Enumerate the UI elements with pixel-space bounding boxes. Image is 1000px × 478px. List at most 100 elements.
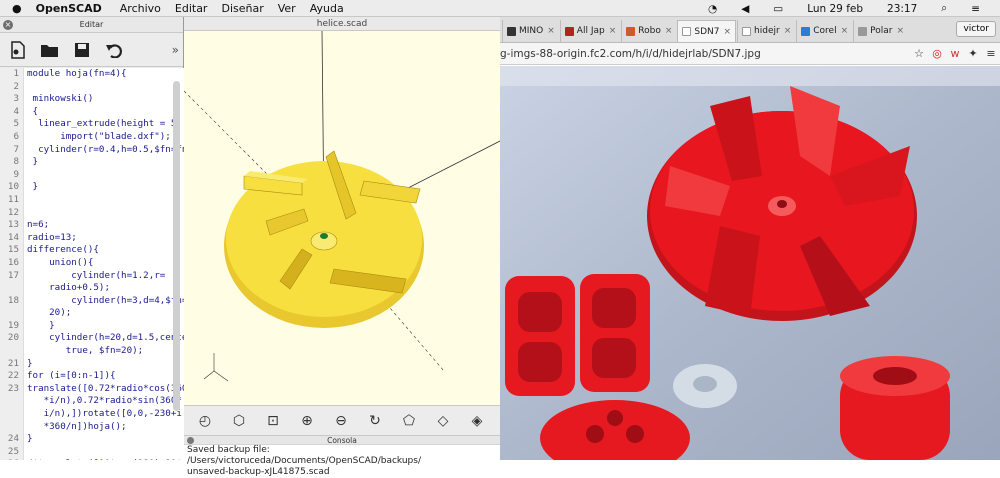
code-text[interactable]: radio+0.5); [24, 282, 110, 295]
zoom-out-icon[interactable]: ⊖ [324, 413, 358, 429]
code-text[interactable]: } [24, 358, 33, 371]
tab-all-japan[interactable]: All Jap × [559, 20, 620, 42]
code-text[interactable]: minkowski() [24, 93, 94, 106]
tab-robo[interactable]: Robo × [621, 20, 676, 42]
open-file-icon[interactable] [38, 38, 62, 62]
close-console-icon[interactable] [187, 437, 194, 444]
code-line[interactable]: 14 radio=13; [0, 231, 184, 245]
code-line[interactable]: 16 union(){ [0, 256, 184, 270]
code-text[interactable]: cylinder(r=0.4,h=0.5,$fn=fn); [24, 144, 184, 157]
code-line[interactable]: 15 difference(){ [0, 244, 184, 257]
code-text[interactable]: for (i=[0:n-1]){ [24, 370, 116, 383]
code-line[interactable]: 2 [0, 80, 184, 94]
menu-ayuda[interactable]: Ayuda [310, 2, 344, 15]
view-all-icon[interactable]: ⊡ [256, 413, 290, 429]
code-text[interactable]: cylinder(h=20,d=1.5,center= [24, 332, 184, 345]
battery-icon[interactable]: ▭ [773, 3, 783, 15]
reset-view-icon[interactable]: ↻ [358, 413, 392, 429]
code-line[interactable]: 6 import("blade.dxf"); [0, 130, 184, 144]
profile-button[interactable]: victor [956, 21, 996, 37]
code-text[interactable]: } [24, 320, 55, 333]
code-text[interactable] [24, 81, 27, 94]
code-line[interactable]: 7 cylinder(r=0.4,h=0.5,$fn=fn); [0, 143, 184, 157]
code-text[interactable]: n=6; [24, 219, 49, 232]
code-line[interactable]: 1 module hoja(fn=4){ [0, 68, 184, 81]
code-line[interactable]: 22 for (i=[0:n-1]){ [0, 370, 184, 383]
code-text[interactable]: i/n),])rotate([0,0,-230+i [24, 408, 182, 421]
code-text[interactable]: true, $fn=20); [24, 345, 143, 358]
list-icon[interactable]: ≡ [971, 3, 980, 15]
code-text[interactable] [24, 169, 27, 182]
view-top-icon[interactable]: ◈ [460, 413, 494, 429]
code-text[interactable]: linear_extrude(height = 5) [24, 118, 182, 131]
more-tools-icon[interactable]: » [172, 43, 179, 57]
code-line[interactable]: 8 } [0, 156, 184, 169]
close-tab-icon[interactable]: × [723, 27, 731, 37]
code-line[interactable]: 10 } [0, 181, 184, 194]
extension-icon[interactable]: ✦ [964, 47, 982, 60]
date-label[interactable]: Lun 29 feb [807, 3, 863, 15]
code-text[interactable] [24, 446, 27, 459]
3d-canvas[interactable] [183, 30, 501, 405]
apple-menu-icon[interactable]: ● [12, 2, 22, 15]
code-text[interactable]: } [24, 156, 39, 169]
code-line[interactable]: 18 cylinder(h=3,d=4,$fn= [0, 294, 184, 308]
code-text[interactable]: import("blade.dxf"); [24, 131, 171, 144]
code-text[interactable]: 20); [24, 307, 71, 320]
close-tab-icon[interactable]: × [665, 26, 673, 36]
volume-icon[interactable]: ◀ [741, 3, 749, 15]
code-text[interactable]: } [24, 181, 39, 194]
code-line[interactable]: 9 [0, 168, 184, 182]
code-text[interactable]: union(){ [24, 257, 93, 270]
code-line[interactable]: 11 [0, 193, 184, 207]
code-line[interactable]: *360/n])hoja(); [0, 420, 184, 434]
code-line[interactable]: 17 cylinder(h=1.2,r= [0, 269, 184, 283]
code-line[interactable]: 25 [0, 445, 184, 459]
bookmark-star-icon[interactable]: ☆ [910, 47, 928, 60]
code-text[interactable]: *i/n),0.72*radio*sin(360* [24, 395, 182, 408]
code-text[interactable] [24, 194, 27, 207]
close-tab-icon[interactable]: × [609, 26, 617, 36]
code-text[interactable]: } [24, 433, 33, 446]
close-tab-icon[interactable]: × [841, 26, 849, 36]
code-text[interactable]: translate([0.72*radio*cos(360 [24, 383, 184, 396]
close-editor-icon[interactable]: × [3, 20, 13, 30]
code-text[interactable]: cylinder(h=3,d=4,$fn= [24, 295, 184, 308]
tab-mino[interactable]: MINO × [502, 20, 559, 42]
code-line[interactable]: radio+0.5); [0, 282, 184, 295]
orthogonal-icon[interactable]: ◇ [426, 413, 460, 429]
code-text[interactable]: { [24, 106, 39, 119]
app-name-menu[interactable]: OpenSCAD [36, 2, 102, 15]
menu-icon[interactable]: ≡ [982, 47, 1000, 60]
menu-ver[interactable]: Ver [278, 2, 296, 15]
code-text[interactable]: radio=13; [24, 232, 77, 245]
code-line[interactable]: 24} [0, 433, 184, 446]
code-line[interactable]: 21} [0, 357, 184, 371]
code-line[interactable]: 23 translate([0.72*radio*cos(360 [0, 382, 184, 396]
tab-polar[interactable]: Polar × [853, 20, 908, 42]
editor-scrollbar[interactable] [173, 81, 180, 411]
search-icon[interactable]: ⌕ [941, 2, 947, 15]
close-tab-icon[interactable]: × [547, 26, 555, 36]
extension-w-icon[interactable]: w [946, 47, 964, 60]
code-line[interactable]: 5 linear_extrude(height = 5) [0, 118, 184, 131]
code-text[interactable]: *360/n])hoja(); [24, 421, 127, 434]
extension-opera-icon[interactable]: ◎ [928, 47, 946, 60]
preview-icon[interactable]: ◴ [188, 413, 222, 429]
close-tab-icon[interactable]: × [784, 26, 792, 36]
tab-hidejr[interactable]: hidejr × [737, 20, 795, 42]
close-tab-icon[interactable]: × [896, 26, 904, 36]
render-icon[interactable]: ⬡ [222, 413, 256, 429]
url-field[interactable]: g-imgs-88-origin.fc2.com/h/i/d/hidejrlab… [500, 48, 910, 60]
wifi-icon[interactable]: ◔ [708, 3, 717, 15]
code-line[interactable]: 13 n=6; [0, 219, 184, 232]
code-text[interactable]: difference(){ [24, 244, 99, 257]
tab-corel[interactable]: Corel × [796, 20, 852, 42]
code-editor[interactable]: 1 module hoja(fn=4){2 3 minkowski() 4 {5 li… [0, 68, 184, 460]
code-line[interactable]: 4 { [0, 105, 184, 119]
menu-editar[interactable]: Editar [175, 2, 208, 15]
menu-disenar[interactable]: Diseñar [221, 2, 263, 15]
code-line[interactable]: true, $fn=20); [0, 345, 184, 358]
code-line[interactable]: 19 } [0, 319, 184, 333]
zoom-in-icon[interactable]: ⊕ [290, 413, 324, 429]
